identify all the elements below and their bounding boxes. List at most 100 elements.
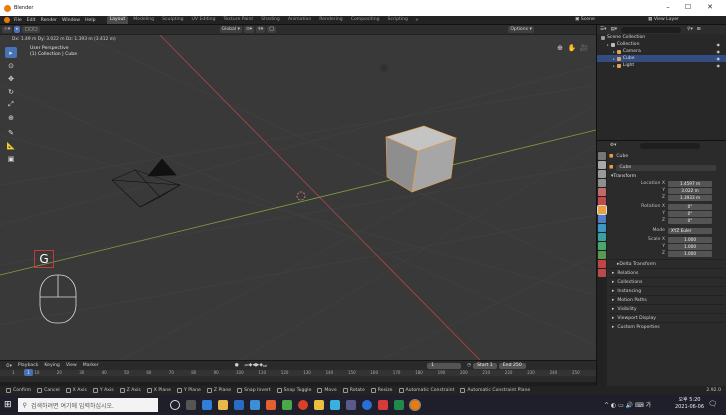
notification-icon[interactable]: 🗨 [708, 400, 717, 408]
tab-rendering[interactable]: Rendering [316, 16, 345, 24]
editor-type-button[interactable]: ⊹▾ [2, 26, 13, 33]
rotate-tool-icon[interactable]: ↻ [5, 86, 17, 97]
cursor-tool-icon[interactable]: ⊙ [5, 60, 17, 71]
tab-uv-editing[interactable]: UV Editing [189, 16, 219, 24]
expand-arrow-icon[interactable]: ▸ [613, 50, 615, 54]
timeline-menu-keying[interactable]: Keying [44, 363, 59, 368]
tool-tab-icon[interactable] [598, 152, 606, 160]
outliner-search-input[interactable] [621, 26, 682, 33]
location-z-field[interactable]: 1.3933 m [668, 194, 712, 201]
data-tab-icon[interactable] [598, 251, 606, 259]
options-dropdown[interactable]: Options ▾ [508, 26, 534, 33]
visibility-eye-icon[interactable]: ◉ [717, 49, 721, 54]
scale-tool-icon[interactable]: ⤢ [5, 99, 17, 110]
app-icon-2[interactable] [281, 400, 292, 410]
pan-icon[interactable]: ✋ [566, 42, 578, 53]
app-icon-6[interactable] [361, 400, 372, 410]
tab-modeling[interactable]: Modeling [130, 16, 157, 24]
expand-arrow-icon[interactable]: ▸ [607, 43, 609, 47]
add-cube-tool-icon[interactable]: ▣ [5, 153, 17, 164]
scale-y-field[interactable]: 1.000 [668, 243, 712, 250]
move-tool-icon[interactable]: ✥ [5, 73, 17, 84]
maximize-button[interactable]: ☐ [681, 3, 695, 11]
location-x-field[interactable]: 1.4597 m [668, 180, 712, 187]
end-frame-field[interactable]: End 250 [498, 362, 526, 369]
proportional-edit-icon[interactable]: ◯ [267, 26, 277, 33]
timeline-menu-playback[interactable]: Playback [18, 363, 39, 368]
visibility-eye-icon[interactable]: ◉ [717, 63, 721, 68]
annotate-tool-icon[interactable]: ✎ [5, 127, 17, 138]
light-object[interactable] [380, 64, 388, 72]
view-layer-selector[interactable]: ▦ View Layer [648, 17, 679, 22]
camera-object[interactable] [111, 158, 181, 208]
timeline-ruler[interactable]: 1 1 10 20 30 40 50 60 70 80 90 100 110 120 130 140 150 1… [0, 369, 596, 376]
edge-icon[interactable] [201, 400, 212, 410]
3d-cursor[interactable] [296, 191, 306, 201]
object-name-input[interactable]: Cube [616, 164, 717, 171]
select-box-icon[interactable]: ▢▢▢ [22, 26, 40, 33]
constraints-tab-icon[interactable] [598, 242, 606, 250]
app-icon-4[interactable] [329, 400, 340, 410]
zoom-icon[interactable]: ⊕ [554, 42, 566, 53]
scene-tab-icon[interactable] [598, 188, 606, 196]
start-frame-field[interactable]: Start 1 [473, 362, 497, 369]
menu-edit[interactable]: Edit [27, 18, 36, 23]
panel-visibility[interactable]: ▸ Visibility [609, 304, 724, 313]
windows-start-icon[interactable]: ⊞ [4, 400, 12, 410]
tab-compositing[interactable]: Compositing [348, 16, 383, 24]
tab-shading[interactable]: Shading [258, 16, 283, 24]
rotation-mode-dropdown[interactable]: XYZ Euler [668, 227, 712, 234]
outliner-editor-icon[interactable]: ☰▾ [600, 27, 606, 32]
panel-instancing[interactable]: ▸ Instancing [609, 286, 724, 295]
physics-tab-icon[interactable] [598, 233, 606, 241]
object-tab-icon[interactable] [597, 205, 607, 215]
rotation-y-field[interactable]: 0° [668, 210, 712, 217]
blender-taskbar-icon[interactable] [408, 399, 421, 411]
outliner-item-camera[interactable]: ▸ Camera ◉ [597, 48, 726, 55]
excel-icon[interactable] [393, 400, 404, 410]
snap-icon[interactable]: ⌾▾ [256, 26, 266, 33]
cortana-icon[interactable] [169, 400, 180, 410]
playhead[interactable]: 1 [24, 369, 33, 376]
close-button[interactable]: ✕ [703, 3, 717, 11]
properties-search-input[interactable] [640, 142, 701, 149]
preview-range-icon[interactable]: ◷ [467, 363, 471, 368]
location-y-field[interactable]: 3.022 m [668, 187, 712, 194]
measure-tool-icon[interactable]: 📐 [5, 140, 17, 151]
transform-tool-icon[interactable]: ⊕ [5, 112, 17, 123]
app-icon-3[interactable] [313, 400, 324, 410]
visibility-eye-icon[interactable]: ◉ [717, 42, 721, 47]
menu-file[interactable]: File [14, 18, 22, 23]
new-collection-icon[interactable]: ⊞ [697, 27, 701, 32]
panel-viewport-display[interactable]: ▸ Viewport Display [609, 313, 724, 322]
select-tool-icon[interactable]: ▸ [5, 47, 17, 58]
panel-custom-properties[interactable]: ▸ Custom Properties [609, 322, 724, 331]
file-explorer-icon[interactable] [217, 400, 228, 410]
expand-arrow-icon[interactable]: ▸ [613, 57, 615, 61]
store-icon[interactable] [233, 400, 244, 410]
transform-orientation-dropdown[interactable]: Global ▾ [219, 26, 242, 33]
output-tab-icon[interactable] [598, 170, 606, 178]
blender-menu-icon[interactable] [4, 17, 10, 23]
outliner-item-cube[interactable]: ▸ Cube ◉ [597, 55, 726, 62]
menu-help[interactable]: Help [85, 18, 95, 23]
tab-texture-paint[interactable]: Texture Paint [221, 16, 257, 24]
camera-view-icon[interactable]: 🎥 [578, 42, 590, 53]
tab-sculpting[interactable]: Sculpting [159, 16, 186, 24]
menu-render[interactable]: Render [41, 18, 57, 23]
properties-editor-icon[interactable]: ⚙▾ [610, 143, 616, 148]
delta-transform-panel[interactable]: ▸ Delta Transform [609, 259, 724, 268]
taskbar-search-input[interactable]: ⚲ 검색하려면 여기에 입력하십시오. [17, 398, 158, 412]
add-workspace-button[interactable]: + [415, 18, 419, 23]
texture-tab-icon[interactable] [598, 269, 606, 277]
rotation-z-field[interactable]: 0° [668, 217, 712, 224]
current-frame-field[interactable]: 1 [427, 362, 462, 369]
taskbar-clock[interactable]: 오후 5:20 2021-06-06 [675, 397, 704, 411]
view-layer-tab-icon[interactable] [598, 179, 606, 187]
minimize-button[interactable]: – [661, 3, 675, 11]
display-mode-icon[interactable]: ▤▾ [610, 27, 617, 32]
menu-window[interactable]: Window [62, 18, 80, 23]
rotation-x-field[interactable]: 0° [668, 203, 712, 210]
filter-icon[interactable]: ⚲▾ [687, 27, 693, 32]
scene-collection-row[interactable]: Scene Collection [597, 34, 726, 41]
